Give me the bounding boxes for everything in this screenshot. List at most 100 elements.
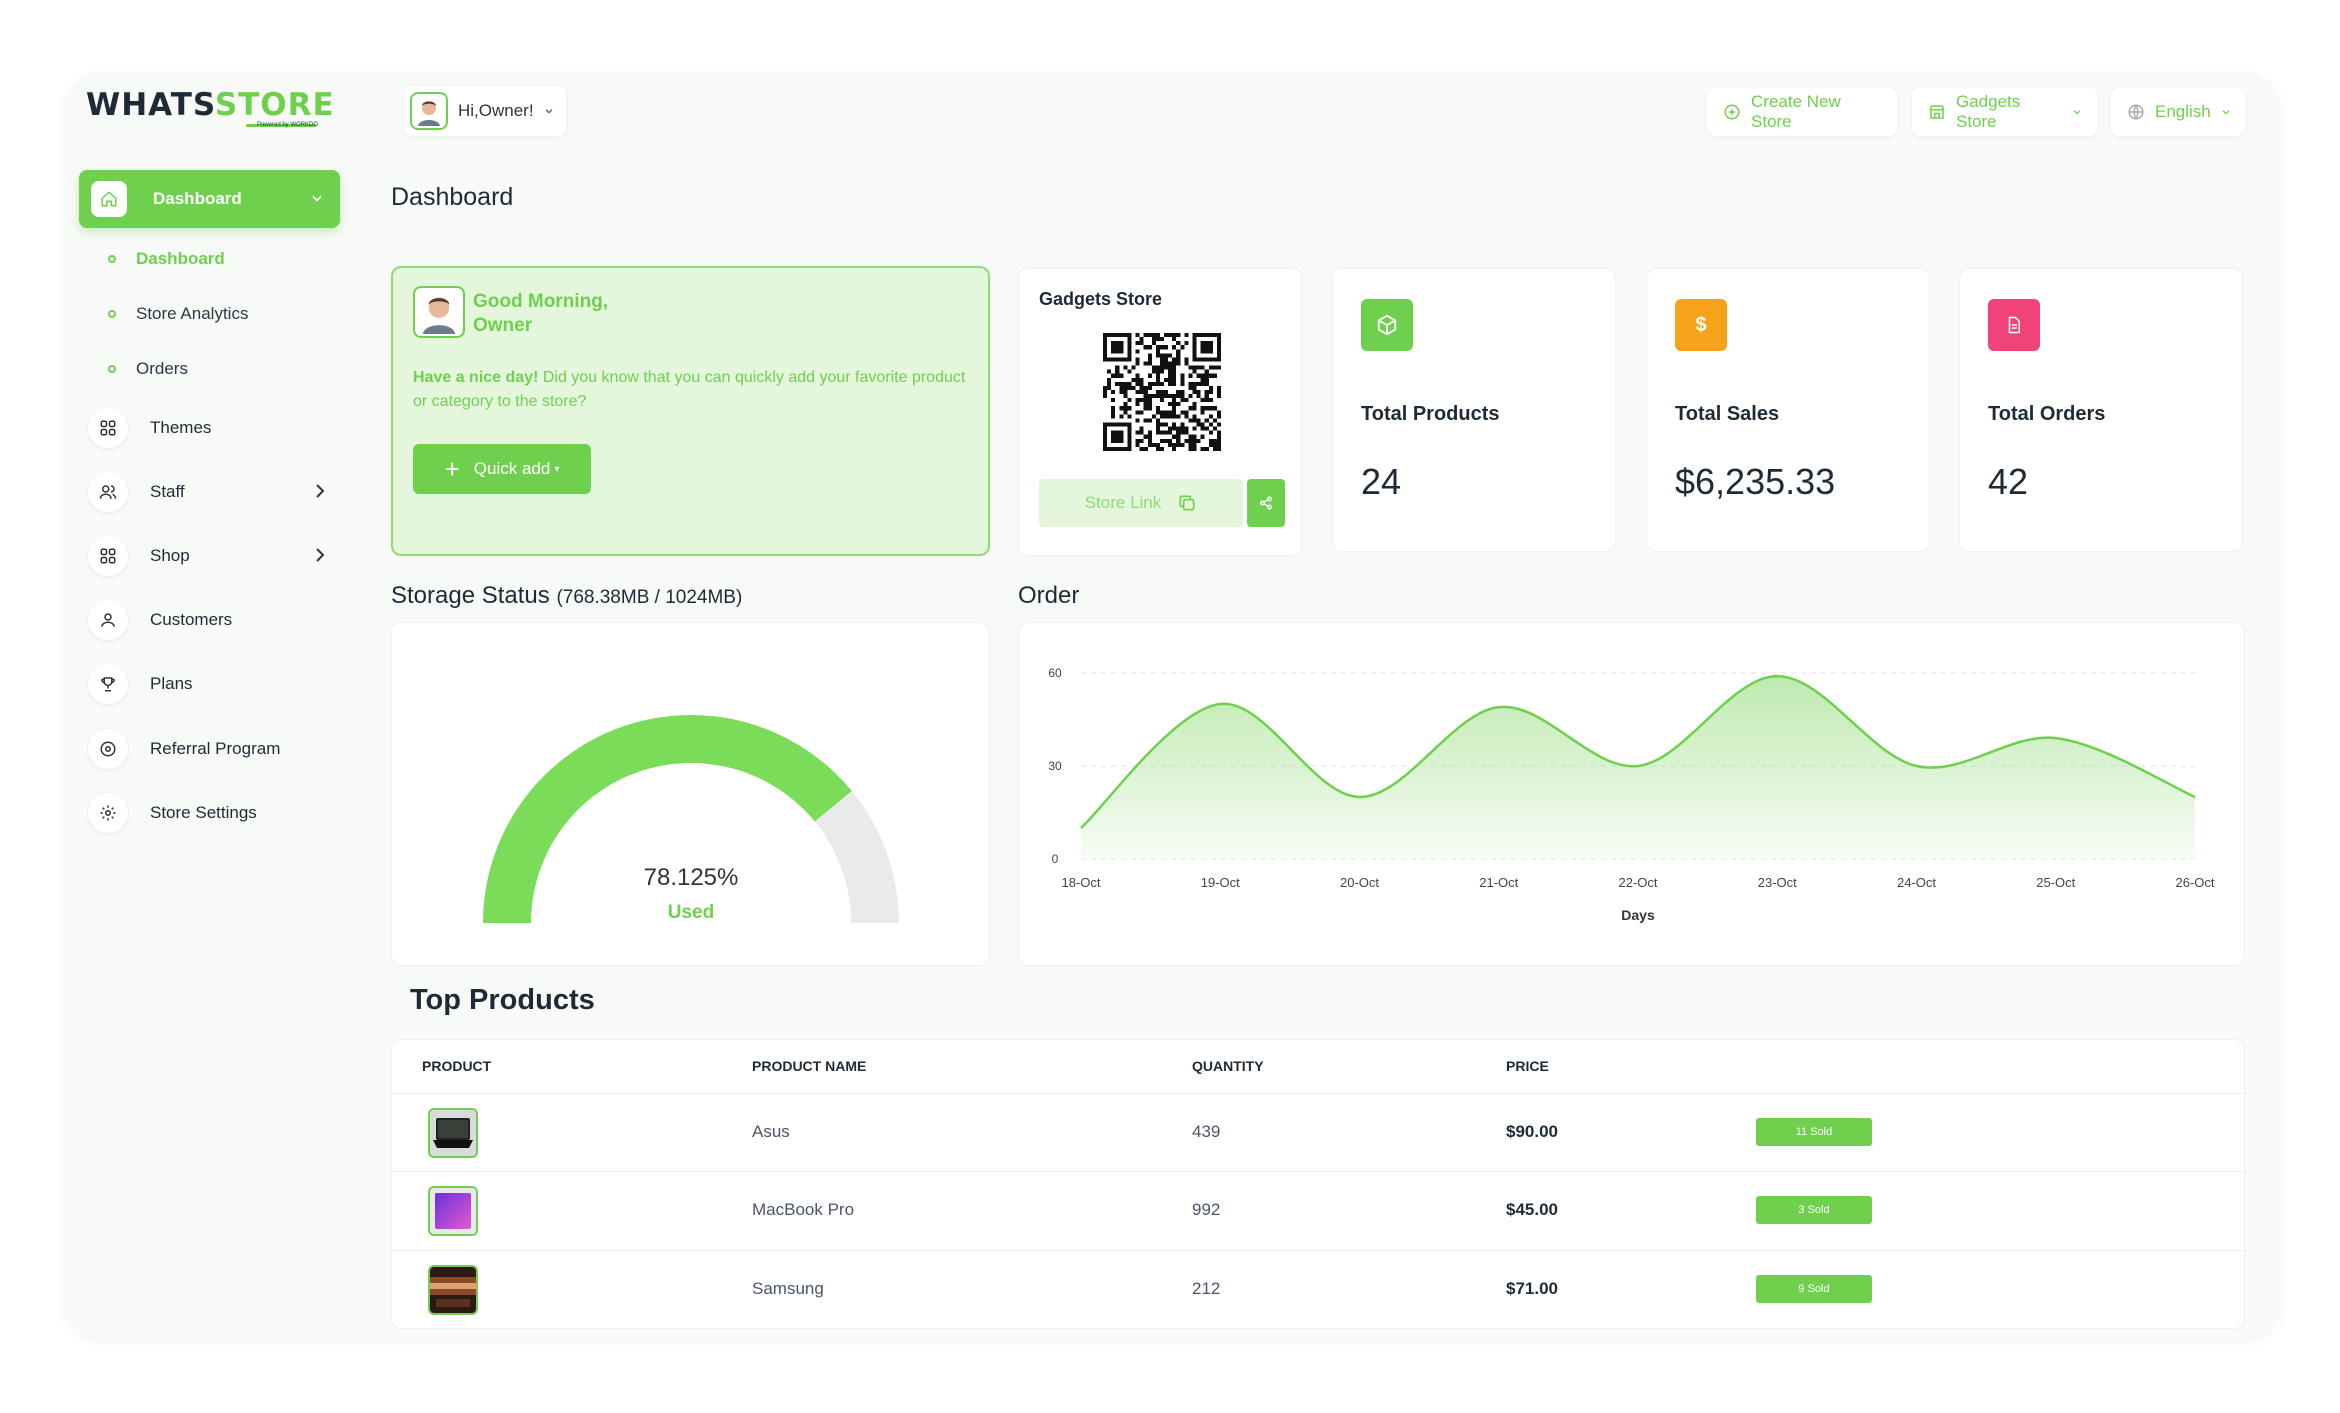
- plus-icon: +: [444, 454, 460, 484]
- product-thumbnail: [428, 1186, 478, 1236]
- stat-card-total-sales: $ Total Sales $6,235.33: [1646, 268, 1930, 552]
- order-title: Order: [1018, 582, 1080, 609]
- welcome-greeting: Good Morning, Owner: [473, 290, 608, 338]
- product-quantity: 212: [1192, 1279, 1221, 1298]
- sidebar-item-shop[interactable]: Shop: [88, 534, 336, 578]
- brand-wordmark: WHATSSTORE: [86, 87, 335, 123]
- dollar-icon: $: [1675, 299, 1727, 351]
- grid-icon: [88, 408, 128, 448]
- share-button[interactable]: [1247, 479, 1285, 527]
- sidebar-item-themes[interactable]: Themes: [88, 406, 336, 450]
- welcome-greeting-line2: Owner: [473, 315, 533, 336]
- copy-icon: [1177, 493, 1197, 513]
- product-price: $71.00: [1506, 1279, 1558, 1298]
- stat-label: Total Orders: [1988, 403, 2106, 425]
- x-tick-label: 23-Oct: [1758, 875, 1797, 890]
- document-icon: [1988, 299, 2040, 351]
- chevron-down-icon: [2221, 107, 2231, 117]
- y-tick-label: 60: [1048, 666, 1062, 680]
- grid-icon: [88, 536, 128, 576]
- store-link-label: Store Link: [1084, 493, 1162, 512]
- storage-title-text: Storage Status: [391, 582, 550, 609]
- product-name: Asus: [752, 1122, 790, 1141]
- stat-card-total-products: Total Products 24: [1332, 268, 1616, 552]
- sidebar-item-label: Dashboard: [153, 189, 242, 208]
- y-tick-label: 30: [1048, 759, 1062, 773]
- sidebar-subitem-store-analytics[interactable]: Store Analytics: [108, 300, 248, 328]
- x-tick-label: 18-Oct: [1061, 875, 1100, 890]
- welcome-message: Have a nice day! Did you know that you c…: [413, 366, 973, 414]
- caret-down-icon: ▾: [554, 463, 560, 475]
- product-quantity: 439: [1192, 1122, 1221, 1141]
- storage-percent: 78.125%: [644, 864, 739, 891]
- product-name: Samsung: [752, 1279, 824, 1298]
- page-title: Dashboard: [391, 183, 514, 211]
- storage-gauge: 78.125% Used: [483, 715, 899, 923]
- storage-title: Storage Status (768.38MB / 1024MB): [391, 582, 742, 610]
- chevron-down-icon: [310, 191, 324, 208]
- sidebar-item-dashboard[interactable]: Dashboard: [79, 170, 340, 228]
- trophy-icon: [88, 664, 128, 704]
- stat-value: 24: [1361, 461, 1402, 502]
- x-tick-label: 19-Oct: [1201, 875, 1240, 890]
- sidebar-item-label: Customers: [150, 610, 233, 629]
- welcome-greeting-line1: Good Morning,: [473, 291, 609, 312]
- welcome-card: Good Morning, Owner Have a nice day! Did…: [391, 266, 990, 556]
- language-label: English: [2155, 102, 2211, 121]
- sold-badge: 11 Sold: [1756, 1118, 1872, 1146]
- sidebar-subitem-orders[interactable]: Orders: [108, 355, 188, 383]
- sidebar-item-label: Shop: [150, 546, 190, 565]
- table-row[interactable]: MacBook Pro 992 $45.00 3 Sold: [392, 1171, 2246, 1249]
- bullet-icon: [108, 310, 116, 318]
- gear-icon: [88, 793, 128, 833]
- y-tick-label: 0: [1052, 852, 1059, 866]
- create-store-label: Create New Store: [1751, 92, 1841, 131]
- sidebar-item-referral-program[interactable]: Referral Program: [88, 727, 336, 771]
- stat-label: Total Products: [1361, 403, 1500, 425]
- x-axis-label: Days: [1621, 907, 1655, 923]
- store-card: Gadgets Store Store Link: [1018, 268, 1302, 556]
- storage-card: 78.125% Used: [391, 622, 990, 966]
- sold-badge: 9 Sold: [1756, 1275, 1872, 1303]
- sidebar-item-store-settings[interactable]: Store Settings: [88, 791, 336, 835]
- user-greeting: Hi,Owner!: [458, 101, 534, 120]
- quick-add-button[interactable]: + Quick add ▾: [413, 444, 591, 494]
- sold-badge: 3 Sold: [1756, 1196, 1872, 1224]
- top-products-table: PRODUCT PRODUCT NAME QUANTITY PRICE Asus…: [391, 1039, 2246, 1329]
- sidebar-item-label: Themes: [150, 418, 212, 437]
- column-header-price: PRICE: [1506, 1058, 1549, 1074]
- store-select-dropdown[interactable]: Gadgets Store: [1912, 88, 2098, 136]
- stat-card-total-orders: Total Orders 42: [1959, 268, 2243, 552]
- sidebar-item-plans[interactable]: Plans: [88, 662, 336, 706]
- quick-add-label: Quick add: [473, 459, 551, 478]
- qr-code[interactable]: [1103, 333, 1221, 451]
- store-link-button[interactable]: Store Link: [1039, 479, 1243, 527]
- order-chart: 0 30 60 18-Oct 19-Oct 20-Oct 21-Oct 22-Oct 23-Oc…: [1048, 666, 2215, 923]
- table-row[interactable]: Samsung 212 $71.00 9 Sold: [392, 1250, 2246, 1328]
- chevron-right-icon: [314, 481, 326, 504]
- table-row[interactable]: Asus 439 $90.00 11 Sold: [392, 1093, 2246, 1171]
- language-dropdown[interactable]: English: [2111, 88, 2245, 136]
- x-tick-label: 25-Oct: [2036, 875, 2075, 890]
- product-thumbnail: [428, 1108, 478, 1158]
- series-area: [1081, 676, 2195, 859]
- sidebar-subitem-dashboard[interactable]: Dashboard: [108, 245, 225, 273]
- user-icon: [88, 600, 128, 640]
- sidebar-item-staff[interactable]: Staff: [88, 470, 336, 514]
- user-menu[interactable]: Hi,Owner!: [404, 86, 566, 136]
- column-header-product: PRODUCT: [422, 1058, 492, 1074]
- x-tick-label: 26-Oct: [2175, 875, 2214, 890]
- bullet-icon: [108, 255, 116, 263]
- create-store-button[interactable]: Create New Store: [1707, 88, 1897, 136]
- storage-used-label: Used: [668, 902, 714, 923]
- column-header-product-name: PRODUCT NAME: [752, 1058, 867, 1074]
- sidebar-item-customers[interactable]: Customers: [88, 598, 336, 642]
- stat-value: 42: [1988, 461, 2029, 502]
- brand-logo[interactable]: WHATSSTORE Powered by WORKDO: [86, 87, 335, 132]
- chevron-down-icon: [2072, 107, 2082, 117]
- stat-label: Total Sales: [1675, 403, 1780, 425]
- avatar: [413, 286, 465, 338]
- x-tick-label: 22-Oct: [1618, 875, 1657, 890]
- share-icon: [1259, 496, 1273, 510]
- home-icon: [91, 181, 127, 217]
